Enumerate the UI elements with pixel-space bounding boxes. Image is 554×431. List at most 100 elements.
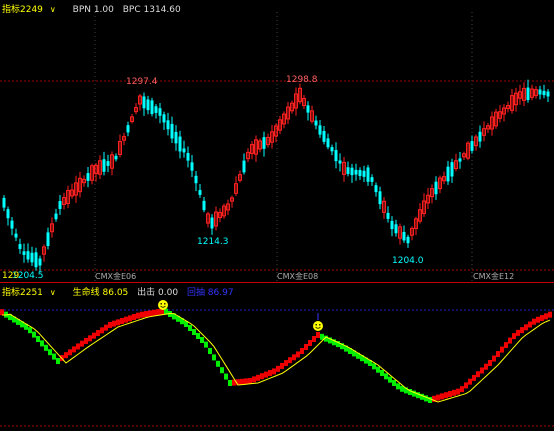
price-label-high: 1298.8 (286, 75, 318, 85)
indicator-bar-red (248, 378, 252, 384)
candle-down (10, 220, 14, 229)
price-chart-panel[interactable]: 指标2249 ∨ BPN 1.00 BPC 1314.60 1297.4 1298.… (0, 0, 554, 282)
indicator-bar-red (532, 318, 536, 325)
candle-down (394, 224, 398, 234)
candle-down (150, 100, 154, 114)
indicator-bar-red (536, 316, 540, 323)
indicator-chart[interactable] (0, 283, 554, 428)
candle-down (18, 244, 22, 249)
candle-down (30, 252, 34, 263)
candle-down (202, 200, 206, 211)
candle-down (158, 108, 162, 116)
indicator-panel[interactable]: 指标2251 ∨ 生命线 86.05 出击 0.00 回抽 86.97 (0, 283, 554, 428)
life-line (2, 312, 551, 403)
candle-down (178, 136, 182, 152)
indicator-bar-red (548, 311, 552, 318)
candle-down (370, 177, 374, 182)
indicator-selector-top[interactable]: 指标2249 ∨ (2, 5, 64, 15)
candle-down (34, 252, 38, 268)
indicator-bar-red (456, 388, 460, 395)
candle-down (446, 166, 450, 182)
indicator-bar-green (212, 354, 216, 361)
indicator-bar-green (224, 373, 228, 380)
indicator-bar-green (192, 329, 196, 335)
candle-down (242, 160, 246, 173)
candle-down (146, 99, 150, 111)
candle-down (390, 220, 394, 230)
indicator-selector-bottom[interactable]: 指标2251 ∨ (2, 288, 64, 298)
indicator-bar-red (80, 340, 84, 347)
indicator-bar-red (276, 365, 280, 372)
candle-down (106, 161, 110, 166)
indicator-bar-red (64, 352, 68, 359)
indicator-bar-green (380, 370, 384, 376)
indicator-bar-green (392, 380, 396, 386)
indicator-bar-green (220, 367, 224, 374)
indicator-bar-red (0, 309, 4, 316)
price-label-low: 1214.3 (197, 237, 229, 247)
candle-down (346, 167, 350, 174)
dive-value: 回抽 86.97 (186, 288, 234, 298)
indicator-bar-red (540, 315, 544, 322)
indicator-bar-red (516, 329, 520, 336)
candle-down (406, 236, 410, 244)
indicator-bar-red (76, 343, 80, 350)
candle-down (318, 125, 322, 135)
indicator-bar-green (384, 373, 388, 380)
candle-down (358, 170, 362, 176)
indicator-bar-red (84, 338, 88, 344)
indicator-bar-red (72, 346, 76, 353)
candlestick-chart[interactable]: 1297.4 1298.81214.31204.01204.5129 CMX金E06… (0, 0, 554, 282)
indicator-bar-green (216, 360, 220, 367)
smiley-eye (315, 324, 318, 326)
smiley-eye (164, 303, 166, 305)
indicator-bar-red (480, 367, 484, 374)
indicator-bar-green (228, 380, 232, 386)
indicator-bar-red (68, 349, 72, 356)
indicator-bar-red (244, 378, 248, 385)
chevron-down-icon[interactable]: ∨ (50, 5, 56, 14)
indicator-bar-green (196, 333, 200, 339)
candle-down (38, 258, 42, 266)
candle-down (114, 155, 118, 160)
smiley-marker-icon (313, 321, 323, 331)
indicator-bar-red (304, 344, 308, 350)
candle-down (14, 233, 18, 238)
indicator-bar-red (476, 371, 480, 378)
candle-down (538, 89, 542, 95)
candle-down (46, 232, 50, 247)
candle-down (22, 251, 26, 255)
candle-down (210, 217, 214, 229)
indicator-bar-red (508, 337, 512, 344)
candle-down (434, 181, 438, 195)
indicator-bar-red (316, 332, 320, 338)
chevron-down-icon[interactable]: ∨ (50, 288, 56, 297)
indicator-bar-red (96, 330, 100, 336)
indicator-bar-red (308, 340, 312, 346)
indicator-bar-red (116, 319, 120, 326)
indicator-bar-red (252, 376, 256, 383)
indicator-bar-red (440, 393, 444, 400)
indicator-bar-red (520, 327, 524, 334)
indicator-bar-red (528, 321, 532, 328)
indicator-bar-red (240, 378, 244, 385)
candle-down (458, 158, 462, 162)
indicator-bar-red (512, 333, 516, 340)
indicator-bar-red (264, 371, 268, 378)
indicator-bar-green (204, 341, 208, 348)
candle-down (402, 232, 406, 241)
indicator-bar-red (288, 357, 292, 364)
indicator-bar-red (496, 351, 500, 358)
candle-down (102, 159, 106, 172)
candle-down (478, 131, 482, 142)
indicator-bar-green (44, 344, 48, 351)
indicator-bar-green (188, 325, 192, 331)
candle-down (170, 123, 174, 139)
candle-down (6, 209, 10, 219)
price-label-low: 1204.0 (392, 256, 424, 266)
indicator-bar-red (464, 382, 468, 389)
candle-down (182, 148, 186, 153)
indicator-bar-red (132, 314, 136, 320)
indicator-bar-red (472, 374, 476, 381)
candle-down (378, 191, 382, 205)
